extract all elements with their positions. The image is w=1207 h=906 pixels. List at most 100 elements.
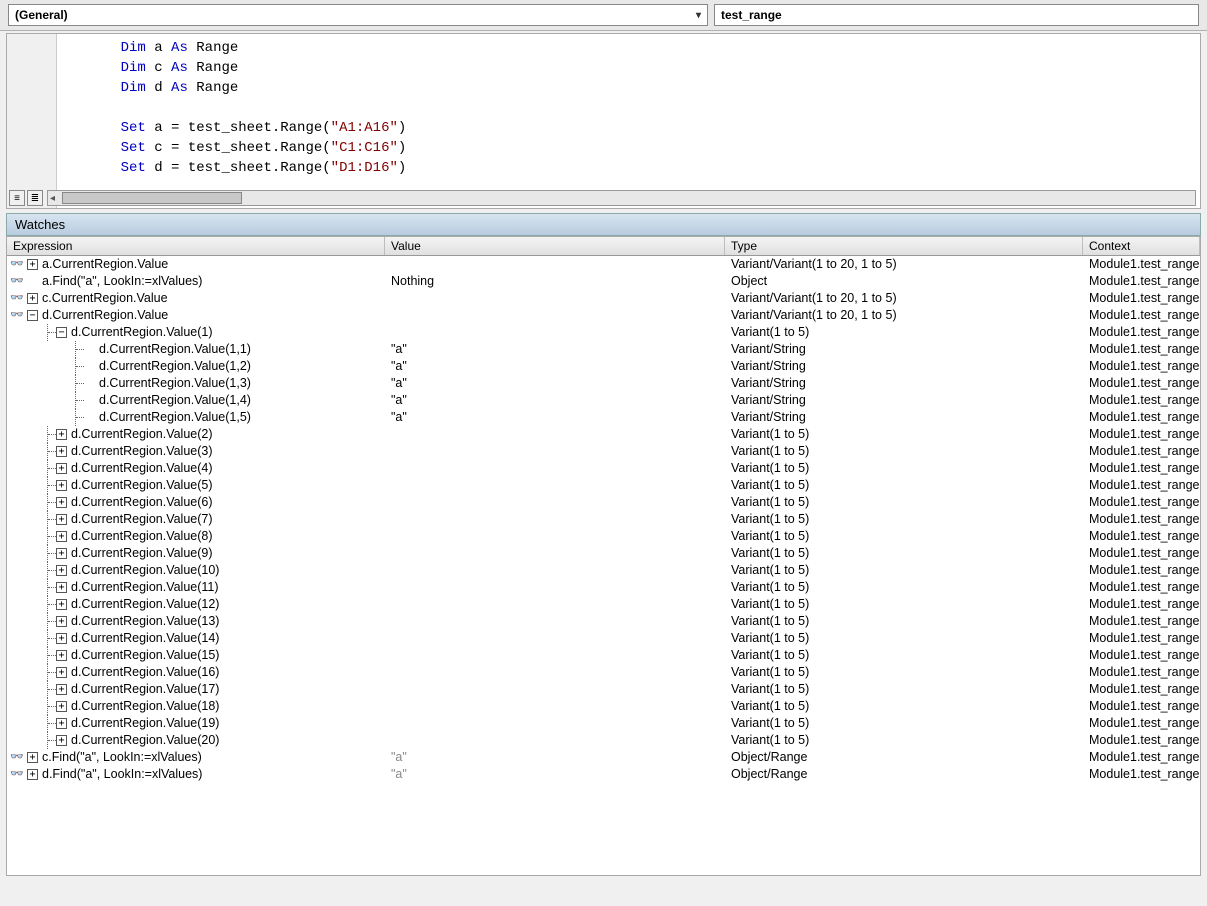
watch-row[interactable]: d.CurrentRegion.Value(1,4)"a"Variant/Str… [7, 392, 1200, 409]
watch-row[interactable]: + d.CurrentRegion.Value(15) Variant(1 to 5… [7, 647, 1200, 664]
watch-row[interactable]: +d.CurrentRegion.Value(18)Variant(1 to 5… [7, 698, 1200, 715]
full-module-view-button[interactable]: ≣ [27, 190, 43, 206]
watch-row[interactable]: +d.CurrentRegion.Value(6)Variant(1 to 5)… [7, 494, 1200, 511]
watch-row[interactable]: 👓+d.Find("a", LookIn:=xlValues)"a"Object… [7, 766, 1200, 783]
watch-expression: d.CurrentRegion.Value(2) [71, 426, 213, 443]
watch-row[interactable]: +d.CurrentRegion.Value(13)Variant(1 to 5… [7, 613, 1200, 630]
watch-row[interactable]: 👓+c.Find("a", LookIn:=xlValues)"a"Object… [7, 749, 1200, 766]
watch-row[interactable]: +d.CurrentRegion.Value(3)Variant(1 to 5)… [7, 443, 1200, 460]
watch-row[interactable]: +d.CurrentRegion.Value(20)Variant(1 to 5… [7, 732, 1200, 749]
watch-expression: d.CurrentRegion.Value(20) [71, 732, 219, 749]
watch-context: Module1.test_range [1083, 443, 1200, 460]
expand-icon[interactable]: + [56, 667, 67, 678]
watch-type: Variant(1 to 5) [725, 426, 1083, 443]
expand-icon[interactable]: + [56, 684, 67, 695]
expand-icon[interactable]: + [56, 514, 67, 525]
horizontal-scrollbar[interactable]: ◂ [47, 190, 1196, 206]
watch-value [385, 681, 725, 698]
expand-icon[interactable]: + [56, 616, 67, 627]
expand-icon[interactable]: + [56, 582, 67, 593]
tree-indent [27, 426, 56, 443]
watch-expression: a.Find("a", LookIn:=xlValues) [42, 273, 202, 290]
watch-row[interactable]: d.CurrentRegion.Value(1,1)"a"Variant/Str… [7, 341, 1200, 358]
watch-row[interactable]: d.CurrentRegion.Value(1,5)"a"Variant/Str… [7, 409, 1200, 426]
object-dropdown[interactable]: (General) ▾ [8, 4, 708, 26]
watch-value: "a" [385, 341, 725, 358]
watch-row[interactable]: +d.CurrentRegion.Value(16)Variant(1 to 5… [7, 664, 1200, 681]
expand-icon[interactable]: + [56, 548, 67, 559]
watch-context: Module1.test_range [1083, 562, 1200, 579]
watch-row[interactable]: d.CurrentRegion.Value(1,2)"a"Variant/Str… [7, 358, 1200, 375]
procedure-dropdown[interactable]: test_range [714, 4, 1199, 26]
watch-row[interactable]: +d.CurrentRegion.Value(19)Variant(1 to 5… [7, 715, 1200, 732]
watch-row[interactable]: + d.CurrentRegion.Value(2) Variant(1 to 5)… [7, 426, 1200, 443]
expand-icon[interactable]: + [56, 429, 67, 440]
watch-context: Module1.test_range [1083, 528, 1200, 545]
expand-icon[interactable]: + [56, 446, 67, 457]
watch-row[interactable]: +d.CurrentRegion.Value(17)Variant(1 to 5… [7, 681, 1200, 698]
watch-row[interactable]: +d.CurrentRegion.Value(14)Variant(1 to 5… [7, 630, 1200, 647]
watch-row[interactable]: −d.CurrentRegion.Value(1)Variant(1 to 5)… [7, 324, 1200, 341]
watch-type: Variant/Variant(1 to 20, 1 to 5) [725, 290, 1083, 307]
tree-indent [27, 324, 56, 341]
expand-icon[interactable]: + [56, 463, 67, 474]
header-expression[interactable]: Expression [7, 237, 385, 255]
watch-type: Variant(1 to 5) [725, 324, 1083, 341]
watch-row[interactable]: 👓+c.CurrentRegion.ValueVariant/Variant(1… [7, 290, 1200, 307]
header-context[interactable]: Context [1083, 237, 1200, 255]
watch-row[interactable]: 👓+a.CurrentRegion.ValueVariant/Variant(1… [7, 256, 1200, 273]
watch-row[interactable]: +d.CurrentRegion.Value(8)Variant(1 to 5)… [7, 528, 1200, 545]
expand-icon[interactable]: + [27, 259, 38, 270]
expand-icon[interactable]: + [56, 735, 67, 746]
expand-icon[interactable]: + [56, 480, 67, 491]
watch-row[interactable]: +d.CurrentRegion.Value(11)Variant(1 to 5… [7, 579, 1200, 596]
watch-type: Variant(1 to 5) [725, 664, 1083, 681]
expand-icon[interactable]: + [56, 718, 67, 729]
watch-row[interactable]: +d.CurrentRegion.Value(4)Variant(1 to 5)… [7, 460, 1200, 477]
watch-row[interactable]: +d.CurrentRegion.Value(10)Variant(1 to 5… [7, 562, 1200, 579]
watch-row[interactable]: 👓a.Find("a", LookIn:=xlValues)NothingObj… [7, 273, 1200, 290]
watch-row[interactable]: d.CurrentRegion.Value(1,3)"a"Variant/Str… [7, 375, 1200, 392]
watch-type: Variant/String [725, 341, 1083, 358]
watch-context: Module1.test_range [1083, 715, 1200, 732]
tree-indent [27, 630, 56, 647]
expand-icon[interactable]: + [56, 633, 67, 644]
expand-icon[interactable]: + [56, 599, 67, 610]
expand-icon[interactable]: + [56, 701, 67, 712]
watch-row[interactable]: +d.CurrentRegion.Value(7)Variant(1 to 5)… [7, 511, 1200, 528]
tree-indent [27, 358, 84, 375]
header-type[interactable]: Type [725, 237, 1083, 255]
watch-value [385, 494, 725, 511]
tree-indent [27, 647, 56, 664]
watch-row[interactable]: +d.CurrentRegion.Value(5)Variant(1 to 5)… [7, 477, 1200, 494]
watch-value [385, 528, 725, 545]
watch-value [385, 324, 725, 341]
expand-icon[interactable]: + [27, 293, 38, 304]
expand-icon[interactable]: + [56, 531, 67, 542]
watch-row[interactable]: +d.CurrentRegion.Value(12)Variant(1 to 5… [7, 596, 1200, 613]
header-value[interactable]: Value [385, 237, 725, 255]
watch-expression: d.CurrentRegion.Value(15) [71, 647, 219, 664]
watch-glasses-icon: 👓 [7, 273, 27, 290]
code-editor[interactable]: Dim a As Range Dim c As Range Dim d As R… [6, 33, 1201, 209]
expand-icon[interactable]: + [56, 565, 67, 576]
watch-row[interactable]: 👓−d.CurrentRegion.ValueVariant/Variant(1… [7, 307, 1200, 324]
watch-type: Variant/String [725, 375, 1083, 392]
code-body[interactable]: Dim a As Range Dim c As Range Dim d As R… [57, 34, 1200, 208]
watch-type: Variant(1 to 5) [725, 647, 1083, 664]
procedure-view-button[interactable]: ≡ [9, 190, 25, 206]
expand-icon[interactable]: + [27, 752, 38, 763]
watches-grid[interactable]: Expression Value Type Context 👓+a.Curren… [6, 236, 1201, 876]
collapse-icon[interactable]: − [56, 327, 67, 338]
scrollbar-thumb[interactable] [62, 192, 242, 204]
watch-row[interactable]: +d.CurrentRegion.Value(9)Variant(1 to 5)… [7, 545, 1200, 562]
expand-icon[interactable]: + [56, 497, 67, 508]
collapse-icon[interactable]: − [27, 310, 38, 321]
tree-indent [27, 596, 56, 613]
scroll-left-icon[interactable]: ◂ [50, 193, 55, 204]
expand-icon[interactable]: + [27, 769, 38, 780]
watch-value: Nothing [385, 273, 725, 290]
expand-icon[interactable]: + [56, 650, 67, 661]
chevron-down-icon: ▾ [696, 10, 701, 21]
watch-context: Module1.test_range [1083, 732, 1200, 749]
